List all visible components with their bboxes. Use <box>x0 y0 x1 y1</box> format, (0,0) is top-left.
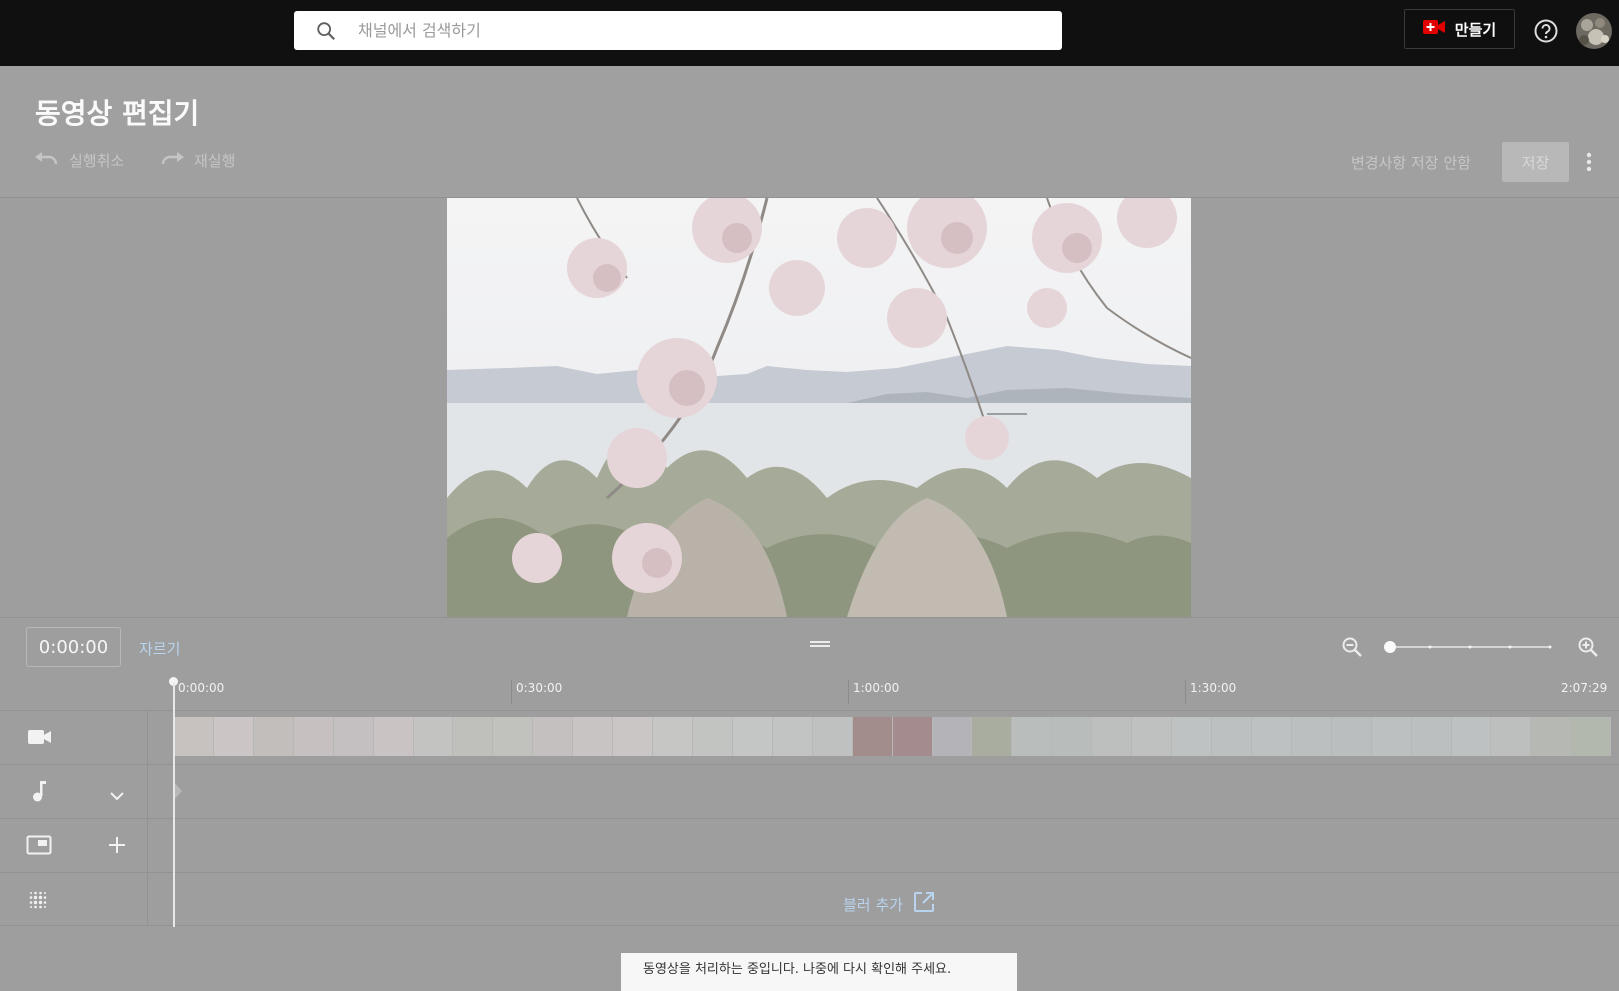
ruler-tick <box>511 680 512 704</box>
blur-track-header <box>0 873 148 925</box>
page-title: 동영상 편집기 <box>35 97 200 130</box>
film-frame <box>1451 717 1492 756</box>
film-frame <box>333 717 374 756</box>
film-frame <box>1052 717 1093 756</box>
film-frame <box>1331 717 1372 756</box>
film-frame <box>373 717 414 756</box>
trim-button[interactable]: 자르기 <box>139 638 180 659</box>
film-frame <box>1251 717 1292 756</box>
film-frame <box>852 717 893 756</box>
create-button[interactable]: 만들기 <box>1404 9 1515 49</box>
blur-track: 블러 추가 <box>0 872 1619 926</box>
film-frame <box>413 717 454 756</box>
audio-start-marker[interactable] <box>174 782 182 804</box>
zoom-in-icon[interactable] <box>1577 636 1599 662</box>
audio-track-header <box>0 765 148 818</box>
avatar[interactable] <box>1576 13 1612 49</box>
video-filmstrip[interactable] <box>174 717 1612 756</box>
processing-toast: 동영상을 처리하는 중입니다. 나중에 다시 확인해 주세요. <box>621 953 1017 991</box>
video-track-header <box>0 711 148 764</box>
editor-header: 동영상 편집기 실행취소 재실행 변경사항 저장 안함 저장 <box>0 66 1619 198</box>
add-blur-button[interactable]: 블러 추가 <box>843 891 935 917</box>
redo-label: 재실행 <box>194 152 236 170</box>
add-blur-label: 블러 추가 <box>843 895 903 914</box>
video-track <box>0 710 1619 764</box>
film-frame <box>573 717 614 756</box>
search-icon[interactable] <box>294 20 358 42</box>
save-status: 변경사항 저장 안함 <box>1351 154 1471 172</box>
playhead[interactable] <box>173 682 175 927</box>
film-frame <box>1291 717 1332 756</box>
video-preview[interactable] <box>447 198 1191 617</box>
film-frame <box>1571 717 1612 756</box>
film-frame <box>453 717 494 756</box>
ruler-label: 1:30:00 <box>1190 681 1237 695</box>
ruler-tick <box>1185 680 1186 704</box>
ruler-label-end: 2:07:29 <box>1561 681 1608 695</box>
video-camera-icon <box>28 728 52 750</box>
film-frame <box>653 717 693 756</box>
film-frame <box>174 717 214 756</box>
film-frame <box>972 717 1013 756</box>
open-in-new-icon <box>913 891 935 917</box>
film-frame <box>613 717 654 756</box>
ruler-label: 0:00:00 <box>178 681 225 695</box>
video-plus-icon <box>1422 19 1445 39</box>
preview-area <box>0 198 1619 617</box>
film-frame <box>533 717 574 756</box>
undo-label: 실행취소 <box>69 152 125 170</box>
ruler-label: 1:00:00 <box>853 681 900 695</box>
film-frame <box>1411 717 1452 756</box>
music-note-icon <box>31 780 47 806</box>
film-frame <box>1211 717 1252 756</box>
film-frame <box>1531 717 1572 756</box>
film-frame <box>1092 717 1133 756</box>
create-button-label: 만들기 <box>1454 20 1497 39</box>
timeline-panel: 0:00:00 자르기 0:00:00 0:30:00 1:00:00 1:30… <box>0 617 1619 991</box>
redo-button[interactable]: 재실행 <box>160 150 235 171</box>
picture-in-picture-icon <box>26 835 52 859</box>
undo-button[interactable]: 실행취소 <box>35 150 124 171</box>
film-frame <box>892 717 933 756</box>
film-frame <box>1172 717 1212 756</box>
redo-icon <box>160 151 184 171</box>
film-frame <box>1371 717 1412 756</box>
film-frame <box>692 717 733 756</box>
more-vert-icon[interactable] <box>1584 150 1594 174</box>
timecode-display[interactable]: 0:00:00 <box>26 627 121 667</box>
audio-track <box>0 764 1619 818</box>
undo-icon <box>35 151 59 171</box>
film-frame <box>932 717 973 756</box>
film-frame <box>1012 717 1053 756</box>
zoom-slider[interactable] <box>1384 637 1552 657</box>
help-icon[interactable] <box>1533 18 1559 44</box>
top-bar: 만들기 <box>0 0 1619 66</box>
film-frame <box>293 717 334 756</box>
film-frame <box>732 717 773 756</box>
drag-handle-icon[interactable] <box>810 634 830 647</box>
search-input[interactable] <box>358 21 1008 40</box>
element-track <box>0 818 1619 872</box>
film-frame <box>772 717 813 756</box>
search-box[interactable] <box>294 11 1062 50</box>
film-frame <box>493 717 534 756</box>
zoom-out-icon[interactable] <box>1341 636 1363 662</box>
save-button[interactable]: 저장 <box>1502 142 1569 182</box>
element-track-header <box>0 819 148 872</box>
plus-icon[interactable] <box>108 836 126 858</box>
chevron-down-icon[interactable] <box>110 786 124 805</box>
film-frame <box>1132 717 1173 756</box>
film-frame <box>213 717 254 756</box>
film-frame <box>1491 717 1532 756</box>
film-frame <box>253 717 294 756</box>
ruler-tick <box>848 680 849 704</box>
film-frame <box>812 717 853 756</box>
blur-grid-icon <box>28 890 48 914</box>
ruler-label: 0:30:00 <box>516 681 563 695</box>
